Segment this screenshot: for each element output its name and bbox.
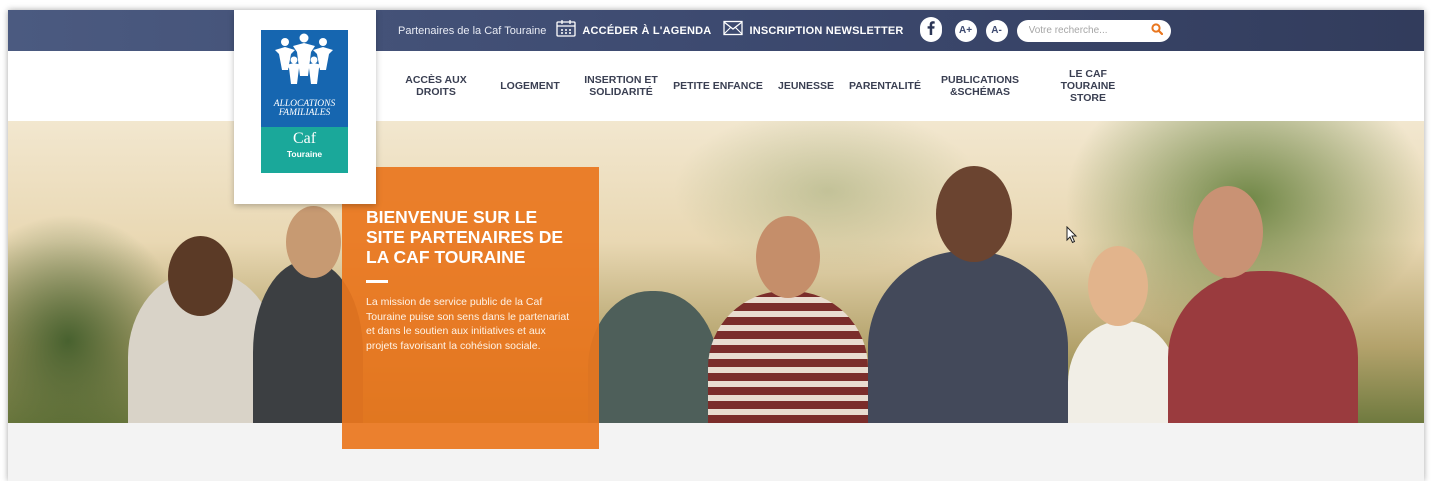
font-increase-button[interactable]: A+ — [954, 19, 977, 42]
nav-item-acces-aux-droits[interactable]: ACCÈS AUX DROITS — [388, 74, 484, 98]
logo-caf: Caf — [292, 130, 317, 147]
partners-link[interactable]: Partenaires de la Caf Touraine — [398, 25, 546, 37]
nav-item-caf-touraine-store[interactable]: LE CAF TOURAINE STORE — [1032, 68, 1144, 104]
nav-item-jeunesse[interactable]: JEUNESSE — [770, 80, 842, 92]
calendar-icon — [556, 19, 577, 42]
logo-teal-band: Caf Touraine — [261, 127, 348, 173]
hero-banner-image — [8, 121, 1424, 423]
family-icon — [275, 33, 333, 84]
nav-item-insertion-solidarite[interactable]: INSERTION ET SOLIDARITÉ — [576, 74, 666, 98]
caf-logo-link[interactable]: ALLOCATIONS FAMILIALES Caf Touraine — [234, 10, 376, 204]
search-input[interactable] — [1028, 25, 1139, 36]
nav-item-publications-schemas[interactable]: PUBLICATIONS &SCHÉMAS — [928, 74, 1032, 98]
nav-item-petite-enfance[interactable]: PETITE ENFANCE — [666, 80, 770, 92]
logo-region: Touraine — [286, 149, 323, 159]
agenda-link[interactable]: ACCÉDER À L'AGENDA — [556, 19, 711, 42]
newsletter-link[interactable]: INSCRIPTION NEWSLETTER — [723, 20, 903, 41]
newsletter-label: INSCRIPTION NEWSLETTER — [749, 24, 904, 37]
search-box — [1016, 19, 1171, 42]
search-icon — [1150, 22, 1163, 40]
hero-divider — [366, 280, 388, 283]
agenda-label: ACCÉDER À L'AGENDA — [582, 24, 712, 37]
logo-line-2: FAMILIALES — [278, 108, 331, 118]
browser-page: Partenaires de la Caf Touraine ACCÉDER À… — [8, 10, 1424, 481]
hero-text: La mission de service public de la Caf T… — [366, 296, 570, 352]
cursor-icon — [1066, 225, 1078, 249]
nav-item-parentalite[interactable]: PARENTALITÉ — [842, 80, 928, 92]
hero-title: BIENVENUE SUR LE SITE PARTENAIRES DE LA … — [366, 207, 564, 267]
envelope-icon — [723, 20, 744, 41]
search-button[interactable] — [1149, 22, 1165, 40]
font-decrease-button[interactable]: A- — [985, 19, 1008, 42]
nav-item-logement[interactable]: LOGEMENT — [484, 80, 576, 92]
facebook-icon — [919, 17, 942, 44]
logo-text: ALLOCATIONS FAMILIALES — [261, 99, 348, 118]
facebook-button[interactable] — [919, 17, 942, 44]
caf-logo: ALLOCATIONS FAMILIALES — [261, 30, 348, 127]
hero-welcome-panel: BIENVENUE SUR LE SITE PARTENAIRES DE LA … — [342, 167, 599, 449]
main-navigation: ACCÈS AUX DROITS LOGEMENT INSERTION ET S… — [8, 51, 1424, 121]
top-utility-bar: Partenaires de la Caf Touraine ACCÉDER À… — [8, 10, 1424, 51]
